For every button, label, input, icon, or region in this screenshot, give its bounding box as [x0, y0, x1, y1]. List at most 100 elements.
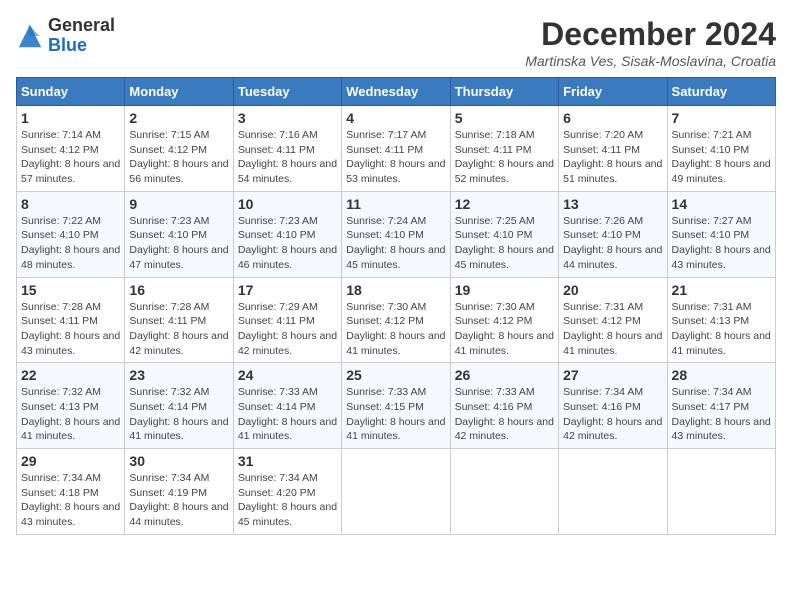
day-number: 22 — [21, 367, 120, 383]
calendar-cell: 14 Sunrise: 7:27 AMSunset: 4:10 PMDaylig… — [667, 191, 775, 277]
header-sunday: Sunday — [17, 78, 125, 106]
day-number: 28 — [672, 367, 771, 383]
day-number: 20 — [563, 282, 662, 298]
calendar-cell: 10 Sunrise: 7:23 AMSunset: 4:10 PMDaylig… — [233, 191, 341, 277]
calendar-week-3: 15 Sunrise: 7:28 AMSunset: 4:11 PMDaylig… — [17, 277, 776, 363]
calendar-cell: 2 Sunrise: 7:15 AMSunset: 4:12 PMDayligh… — [125, 106, 233, 192]
month-title: December 2024 — [525, 16, 776, 53]
day-number: 25 — [346, 367, 445, 383]
logo-text: General Blue — [48, 16, 115, 56]
calendar-cell: 19 Sunrise: 7:30 AMSunset: 4:12 PMDaylig… — [450, 277, 558, 363]
logo-blue: Blue — [48, 35, 87, 55]
day-detail: Sunrise: 7:32 AMSunset: 4:14 PMDaylight:… — [129, 385, 228, 444]
day-detail: Sunrise: 7:34 AMSunset: 4:17 PMDaylight:… — [672, 385, 771, 444]
day-detail: Sunrise: 7:30 AMSunset: 4:12 PMDaylight:… — [346, 300, 445, 359]
calendar-cell: 1 Sunrise: 7:14 AMSunset: 4:12 PMDayligh… — [17, 106, 125, 192]
calendar-cell: 24 Sunrise: 7:33 AMSunset: 4:14 PMDaylig… — [233, 363, 341, 449]
calendar-cell: 21 Sunrise: 7:31 AMSunset: 4:13 PMDaylig… — [667, 277, 775, 363]
logo-icon — [16, 22, 44, 50]
day-detail: Sunrise: 7:29 AMSunset: 4:11 PMDaylight:… — [238, 300, 337, 359]
day-detail: Sunrise: 7:31 AMSunset: 4:12 PMDaylight:… — [563, 300, 662, 359]
day-detail: Sunrise: 7:27 AMSunset: 4:10 PMDaylight:… — [672, 214, 771, 273]
page-header: General Blue December 2024 Martinska Ves… — [16, 16, 776, 69]
calendar-cell — [559, 449, 667, 535]
header-tuesday: Tuesday — [233, 78, 341, 106]
day-number: 24 — [238, 367, 337, 383]
calendar-cell: 26 Sunrise: 7:33 AMSunset: 4:16 PMDaylig… — [450, 363, 558, 449]
logo: General Blue — [16, 16, 115, 56]
day-detail: Sunrise: 7:28 AMSunset: 4:11 PMDaylight:… — [21, 300, 120, 359]
day-detail: Sunrise: 7:34 AMSunset: 4:18 PMDaylight:… — [21, 471, 120, 530]
day-detail: Sunrise: 7:31 AMSunset: 4:13 PMDaylight:… — [672, 300, 771, 359]
calendar-cell: 15 Sunrise: 7:28 AMSunset: 4:11 PMDaylig… — [17, 277, 125, 363]
header-thursday: Thursday — [450, 78, 558, 106]
day-number: 15 — [21, 282, 120, 298]
calendar-week-4: 22 Sunrise: 7:32 AMSunset: 4:13 PMDaylig… — [17, 363, 776, 449]
day-number: 3 — [238, 110, 337, 126]
day-number: 1 — [21, 110, 120, 126]
calendar-cell: 13 Sunrise: 7:26 AMSunset: 4:10 PMDaylig… — [559, 191, 667, 277]
day-detail: Sunrise: 7:23 AMSunset: 4:10 PMDaylight:… — [129, 214, 228, 273]
calendar-cell: 6 Sunrise: 7:20 AMSunset: 4:11 PMDayligh… — [559, 106, 667, 192]
calendar-table: SundayMondayTuesdayWednesdayThursdayFrid… — [16, 77, 776, 535]
day-number: 27 — [563, 367, 662, 383]
calendar-cell: 27 Sunrise: 7:34 AMSunset: 4:16 PMDaylig… — [559, 363, 667, 449]
day-number: 6 — [563, 110, 662, 126]
header-saturday: Saturday — [667, 78, 775, 106]
day-number: 5 — [455, 110, 554, 126]
header-wednesday: Wednesday — [342, 78, 450, 106]
calendar-cell: 16 Sunrise: 7:28 AMSunset: 4:11 PMDaylig… — [125, 277, 233, 363]
day-detail: Sunrise: 7:25 AMSunset: 4:10 PMDaylight:… — [455, 214, 554, 273]
calendar-week-2: 8 Sunrise: 7:22 AMSunset: 4:10 PMDayligh… — [17, 191, 776, 277]
day-detail: Sunrise: 7:18 AMSunset: 4:11 PMDaylight:… — [455, 128, 554, 187]
day-detail: Sunrise: 7:16 AMSunset: 4:11 PMDaylight:… — [238, 128, 337, 187]
day-number: 19 — [455, 282, 554, 298]
day-detail: Sunrise: 7:33 AMSunset: 4:14 PMDaylight:… — [238, 385, 337, 444]
day-number: 29 — [21, 453, 120, 469]
day-number: 4 — [346, 110, 445, 126]
calendar-cell — [342, 449, 450, 535]
calendar-cell: 23 Sunrise: 7:32 AMSunset: 4:14 PMDaylig… — [125, 363, 233, 449]
day-number: 17 — [238, 282, 337, 298]
header-friday: Friday — [559, 78, 667, 106]
day-number: 8 — [21, 196, 120, 212]
day-number: 26 — [455, 367, 554, 383]
day-number: 31 — [238, 453, 337, 469]
day-number: 9 — [129, 196, 228, 212]
day-number: 12 — [455, 196, 554, 212]
day-detail: Sunrise: 7:14 AMSunset: 4:12 PMDaylight:… — [21, 128, 120, 187]
day-number: 14 — [672, 196, 771, 212]
day-number: 30 — [129, 453, 228, 469]
location: Martinska Ves, Sisak-Moslavina, Croatia — [525, 53, 776, 69]
day-detail: Sunrise: 7:15 AMSunset: 4:12 PMDaylight:… — [129, 128, 228, 187]
calendar-cell: 3 Sunrise: 7:16 AMSunset: 4:11 PMDayligh… — [233, 106, 341, 192]
calendar-cell — [450, 449, 558, 535]
calendar-cell: 31 Sunrise: 7:34 AMSunset: 4:20 PMDaylig… — [233, 449, 341, 535]
day-detail: Sunrise: 7:28 AMSunset: 4:11 PMDaylight:… — [129, 300, 228, 359]
day-detail: Sunrise: 7:34 AMSunset: 4:16 PMDaylight:… — [563, 385, 662, 444]
day-number: 2 — [129, 110, 228, 126]
calendar-cell: 5 Sunrise: 7:18 AMSunset: 4:11 PMDayligh… — [450, 106, 558, 192]
calendar-cell: 8 Sunrise: 7:22 AMSunset: 4:10 PMDayligh… — [17, 191, 125, 277]
day-number: 21 — [672, 282, 771, 298]
day-number: 10 — [238, 196, 337, 212]
title-block: December 2024 Martinska Ves, Sisak-Mosla… — [525, 16, 776, 69]
day-detail: Sunrise: 7:21 AMSunset: 4:10 PMDaylight:… — [672, 128, 771, 187]
day-detail: Sunrise: 7:26 AMSunset: 4:10 PMDaylight:… — [563, 214, 662, 273]
day-detail: Sunrise: 7:23 AMSunset: 4:10 PMDaylight:… — [238, 214, 337, 273]
calendar-cell: 12 Sunrise: 7:25 AMSunset: 4:10 PMDaylig… — [450, 191, 558, 277]
day-detail: Sunrise: 7:33 AMSunset: 4:15 PMDaylight:… — [346, 385, 445, 444]
calendar-week-1: 1 Sunrise: 7:14 AMSunset: 4:12 PMDayligh… — [17, 106, 776, 192]
calendar-cell — [667, 449, 775, 535]
day-detail: Sunrise: 7:34 AMSunset: 4:19 PMDaylight:… — [129, 471, 228, 530]
calendar-cell: 28 Sunrise: 7:34 AMSunset: 4:17 PMDaylig… — [667, 363, 775, 449]
day-detail: Sunrise: 7:22 AMSunset: 4:10 PMDaylight:… — [21, 214, 120, 273]
logo-general: General — [48, 15, 115, 35]
calendar-cell: 22 Sunrise: 7:32 AMSunset: 4:13 PMDaylig… — [17, 363, 125, 449]
day-number: 7 — [672, 110, 771, 126]
calendar-cell: 11 Sunrise: 7:24 AMSunset: 4:10 PMDaylig… — [342, 191, 450, 277]
day-detail: Sunrise: 7:20 AMSunset: 4:11 PMDaylight:… — [563, 128, 662, 187]
day-number: 18 — [346, 282, 445, 298]
day-detail: Sunrise: 7:34 AMSunset: 4:20 PMDaylight:… — [238, 471, 337, 530]
day-detail: Sunrise: 7:17 AMSunset: 4:11 PMDaylight:… — [346, 128, 445, 187]
